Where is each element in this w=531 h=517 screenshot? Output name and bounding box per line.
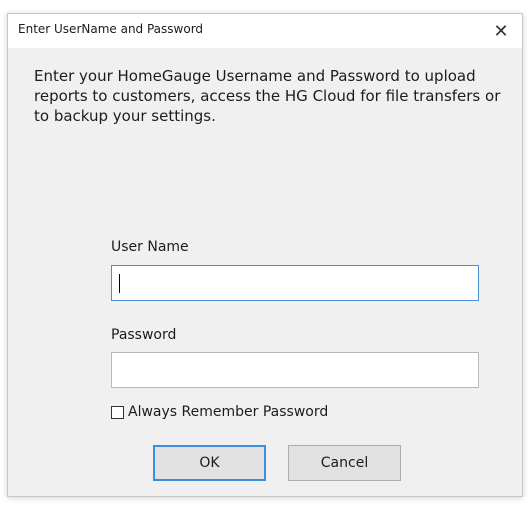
intro-text: Enter your HomeGauge Username and Passwo… xyxy=(34,67,501,125)
username-label: User Name xyxy=(111,239,189,255)
password-input[interactable] xyxy=(112,353,478,387)
close-button[interactable]: ✕ xyxy=(480,14,522,48)
cancel-button[interactable]: Cancel xyxy=(288,445,401,481)
login-dialog: Enter UserName and Password ✕ Enter your… xyxy=(7,13,523,497)
dialog-title: Enter UserName and Password xyxy=(18,22,204,36)
password-field[interactable] xyxy=(111,352,479,388)
password-label: Password xyxy=(111,327,177,343)
text-caret xyxy=(119,274,120,293)
remember-password-option[interactable]: Always Remember Password xyxy=(111,404,328,420)
remember-password-checkbox[interactable] xyxy=(111,405,124,419)
remember-password-label: Always Remember Password xyxy=(128,404,329,420)
close-icon: ✕ xyxy=(493,20,509,42)
ok-button[interactable]: OK xyxy=(153,445,266,481)
dialog-titlebar: Enter UserName and Password ✕ xyxy=(8,14,522,48)
username-field[interactable] xyxy=(111,265,479,301)
username-input[interactable] xyxy=(112,266,478,300)
